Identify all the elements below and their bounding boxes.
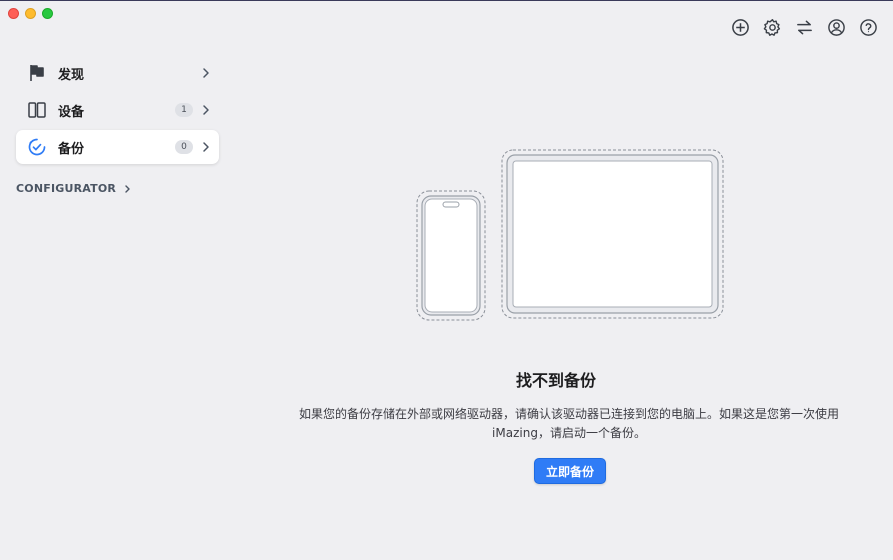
help-icon: [860, 19, 877, 36]
toolbar: [731, 18, 878, 37]
sidebar-item-backups[interactable]: 备份 0: [16, 130, 219, 164]
minimize-window-button[interactable]: [25, 8, 36, 19]
tablet-outline-icon: [501, 149, 724, 319]
maximize-window-button[interactable]: [42, 8, 53, 19]
chevron-right-icon: [203, 105, 209, 115]
backup-now-button[interactable]: 立即备份: [534, 458, 606, 484]
sidebar-item-label: 发现: [58, 67, 85, 83]
account-button[interactable]: [827, 18, 846, 37]
sidebar-item-discover[interactable]: 发现: [16, 56, 219, 90]
sidebar-item-label: 设备: [58, 104, 85, 120]
plus-circle-icon: [732, 19, 749, 36]
description-line: iMazing，请启动一个备份。: [492, 426, 646, 440]
count-badge: 0: [175, 140, 193, 154]
help-button[interactable]: [859, 18, 878, 37]
window-controls: [8, 8, 53, 19]
add-button[interactable]: [731, 18, 750, 37]
close-window-button[interactable]: [8, 8, 19, 19]
devices-icon: [26, 99, 48, 121]
transfer-arrows-icon: [797, 20, 812, 35]
app-window: 发现 设备 1 备份 0 CONFIGURATOR 找不到备份 如果您的备份存储…: [0, 0, 893, 560]
phone-outline-icon: [416, 190, 486, 321]
transfer-button[interactable]: [795, 18, 814, 37]
flag-icon: [26, 62, 48, 84]
gear-icon: [763, 18, 781, 36]
sidebar-item-label: 备份: [58, 141, 85, 157]
count-badge: 1: [175, 103, 193, 117]
sidebar-item-devices[interactable]: 设备 1: [16, 93, 219, 127]
section-label: CONFIGURATOR: [16, 182, 117, 195]
empty-state-title: 找不到备份: [515, 371, 596, 390]
account-icon: [828, 19, 845, 36]
chevron-right-icon: [203, 68, 209, 78]
description-line: 如果您的备份存储在外部或网络驱动器，请确认该驱动器已连接到您的电脑上。如果这是您…: [298, 407, 839, 421]
settings-button[interactable]: [763, 18, 782, 37]
chevron-right-icon: [203, 142, 209, 152]
configurator-section-toggle[interactable]: CONFIGURATOR: [16, 182, 131, 195]
devices-illustration: [416, 149, 724, 321]
empty-state-description: 如果您的备份存储在外部或网络驱动器，请确认该驱动器已连接到您的电脑上。如果这是您…: [269, 405, 869, 443]
sidebar: 发现 设备 1 备份 0: [16, 56, 219, 167]
chevron-right-icon: [125, 184, 130, 193]
backup-icon: [26, 136, 48, 158]
